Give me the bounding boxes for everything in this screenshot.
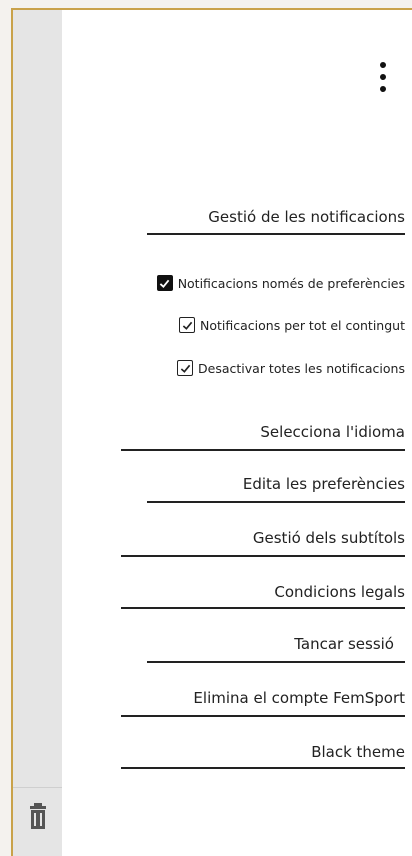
notifications-header[interactable]: Gestió de les notificacions — [208, 206, 405, 228]
menu-item-black-theme[interactable]: Black theme — [311, 741, 405, 763]
notification-option-label: Notificacions només de preferències — [177, 275, 405, 291]
strip-divider — [13, 787, 62, 788]
menu-item-underline — [147, 661, 405, 663]
more-vertical-icon[interactable] — [373, 60, 393, 94]
checkbox-checked-icon[interactable] — [179, 317, 196, 333]
menu-item-underline — [121, 715, 405, 717]
trash-icon[interactable] — [28, 803, 48, 829]
checkbox-checked-icon[interactable] — [177, 360, 194, 376]
notifications-header-underline — [147, 233, 405, 235]
menu-item-legal-conditions[interactable]: Condicions legals — [274, 581, 405, 603]
menu-item-subtitles[interactable]: Gestió dels subtítols — [253, 527, 405, 549]
background-panel-strip — [13, 10, 62, 856]
notification-option-disable-all[interactable]: Desactivar totes les notificacions — [177, 360, 405, 376]
menu-item-delete-account[interactable]: Elimina el compte FemSport — [193, 687, 405, 709]
menu-item-underline — [121, 555, 405, 557]
menu-item-underline — [121, 607, 405, 609]
notification-option-all-content[interactable]: Notificacions per tot el contingut — [179, 317, 405, 333]
menu-item-underline — [121, 767, 405, 769]
menu-item-edit-preferences[interactable]: Edita les preferències — [243, 473, 405, 495]
menu-item-select-language[interactable]: Selecciona l'idioma — [260, 421, 405, 443]
notification-option-label: Desactivar totes les notificacions — [198, 360, 405, 376]
frame-accent-top — [11, 8, 412, 10]
checkbox-checked-icon[interactable] — [156, 275, 173, 291]
menu-item-underline — [147, 501, 405, 503]
menu-item-underline — [121, 449, 405, 451]
notification-option-label: Notificacions per tot el contingut — [200, 317, 405, 333]
notification-option-preferences[interactable]: Notificacions només de preferències — [156, 275, 405, 291]
menu-item-logout[interactable]: Tancar sessió — [294, 633, 394, 655]
